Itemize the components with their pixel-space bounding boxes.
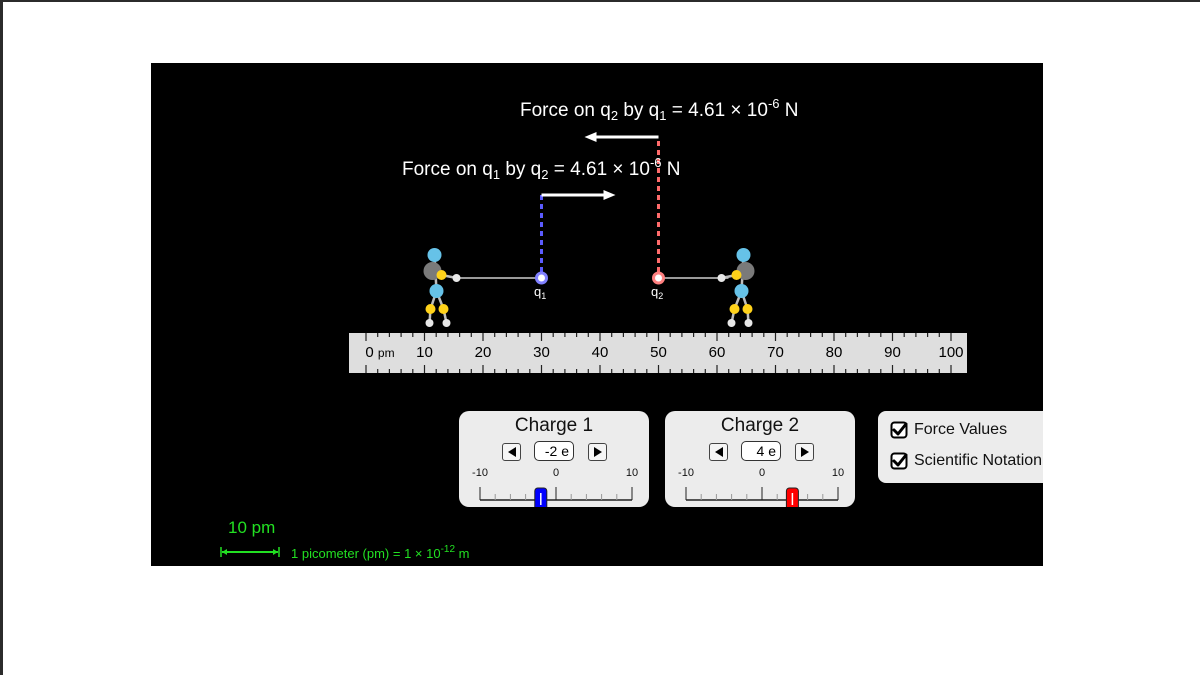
figure-foot (425, 319, 434, 327)
triangle-left-icon (507, 447, 516, 457)
figure-head (427, 248, 442, 262)
figure-knee (729, 304, 740, 314)
ruler-tick-label: 30 (533, 344, 550, 361)
figure-shoulder (436, 270, 447, 280)
scale-note: 1 picometer (pm) = 1 × 10-12 m (291, 544, 470, 561)
arrow-head (603, 190, 616, 200)
charge2-slider[interactable] (665, 471, 855, 507)
arrow-head (584, 132, 597, 142)
figure-foot (442, 319, 451, 327)
force-values-option[interactable]: Force Values (890, 421, 1007, 439)
window-border-left (0, 0, 3, 675)
ruler-tick-label: 10 (416, 344, 433, 361)
charge1-slider[interactable] (459, 471, 649, 507)
charge2-decrement-button[interactable] (709, 443, 728, 461)
figure-foot (727, 319, 736, 327)
distance-ruler[interactable]: 0 pm 10 20 30 40 50 60 70 80 90 100 (349, 333, 967, 373)
figure-hip (734, 284, 749, 298)
scale-bar-title: 10 pm (228, 518, 276, 537)
window-border-top (0, 0, 1200, 2)
puller-figure-left[interactable] (423, 248, 461, 327)
q1-label: q1 (534, 284, 547, 301)
puller-figure-right[interactable] (717, 248, 755, 327)
checkbox-checked-icon[interactable] (890, 421, 908, 439)
figure-foot (744, 319, 753, 327)
ruler-tick-label: 90 (884, 344, 901, 361)
force-on-q1-label: Force on q1 by q2 = 4.61 × 10-6 N (402, 155, 681, 182)
ruler-tick-label: 80 (825, 344, 843, 361)
force-arrow-on-q2 (584, 132, 659, 142)
force-on-q2-label: Force on q2 by q1 = 4.61 × 10-6 N (520, 96, 799, 123)
figure-knee (438, 304, 449, 314)
force-arrow-on-q1 (541, 190, 616, 200)
charge1-decrement-button[interactable] (502, 443, 521, 461)
charge2-control-panel: Charge 2 4 e -10 0 10 (665, 411, 855, 507)
ruler-tick-label: 40 (591, 344, 609, 361)
figure-head (736, 248, 751, 262)
figure-hip (429, 284, 444, 298)
ruler-tick-label: 0 pm (365, 344, 395, 361)
charge1-title: Charge 1 (514, 415, 594, 436)
scale-bar (220, 547, 280, 557)
force-values-label: Force Values (914, 421, 1008, 438)
ruler-tick-label: 100 (938, 344, 964, 361)
ruler-tick-label: 60 (708, 344, 726, 361)
charge-q2[interactable] (652, 271, 665, 285)
charge1-control-panel: Charge 1 -2 e -10 0 10 (459, 411, 649, 507)
charge-q1[interactable] (535, 271, 548, 285)
ruler-unit-label: pm (377, 346, 395, 360)
ruler-tick-label: 50 (650, 344, 667, 361)
triangle-left-icon (714, 447, 723, 457)
display-options-panel: Force Values Scientific Notation (878, 411, 1043, 483)
simulation-canvas: Force on q2 by q1 = 4.61 × 10-6 N Force … (151, 63, 1043, 566)
figure-knee (425, 304, 436, 314)
figure-hand (717, 274, 726, 282)
triangle-right-icon (593, 447, 602, 457)
figure-knee (742, 304, 753, 314)
ruler-tick-label: 20 (474, 344, 492, 361)
figure-shoulder (731, 270, 742, 280)
charge2-value-display: 4 e (741, 441, 781, 461)
q2-label: q2 (651, 284, 664, 301)
charge1-value-display: -2 e (534, 441, 574, 461)
scientific-notation-option[interactable]: Scientific Notation (890, 452, 1042, 470)
ruler-tick-label: 70 (767, 344, 784, 361)
figure-hand (452, 274, 461, 282)
checkbox-checked-icon[interactable] (890, 452, 908, 470)
charge2-title: Charge 2 (720, 415, 800, 436)
charge2-increment-button[interactable] (795, 443, 814, 461)
scientific-notation-label: Scientific Notation (914, 452, 1043, 469)
charge1-increment-button[interactable] (588, 443, 607, 461)
triangle-right-icon (800, 447, 809, 457)
